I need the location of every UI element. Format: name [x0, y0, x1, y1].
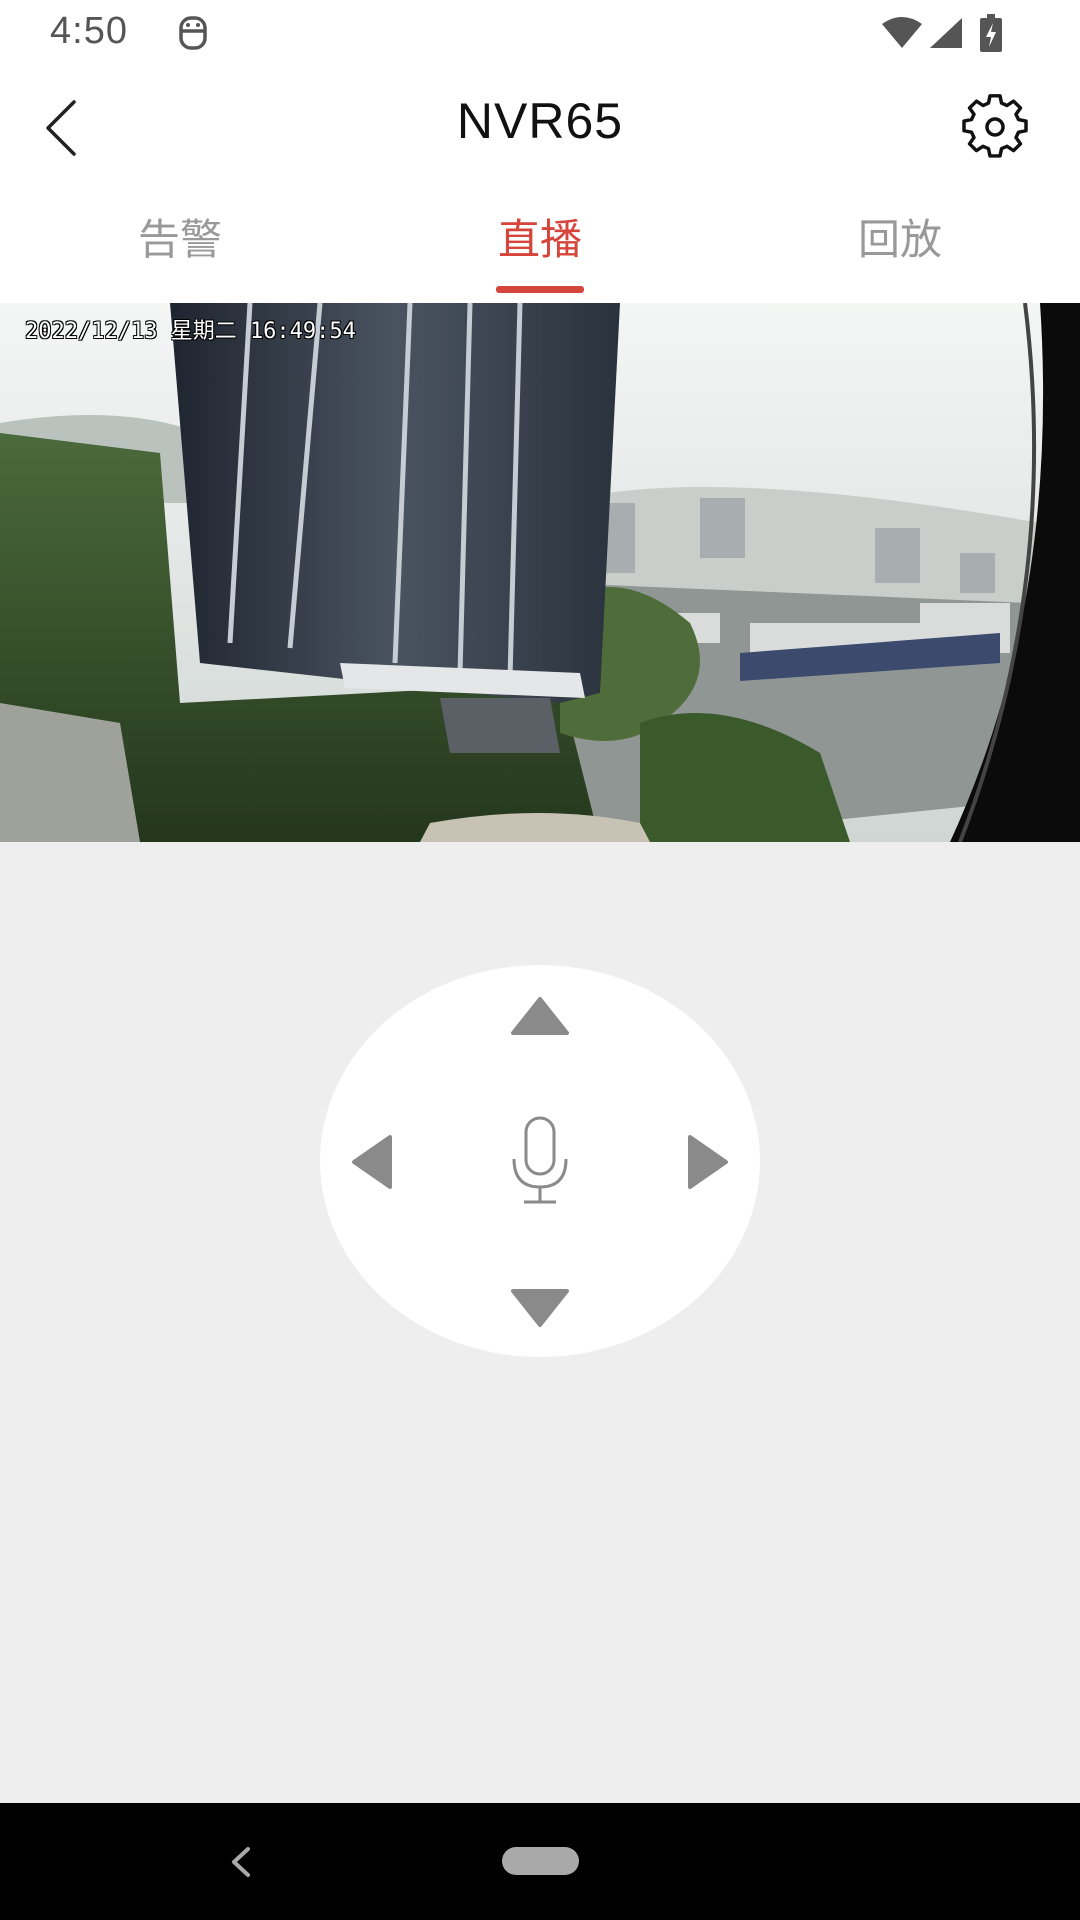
nav-back-icon — [232, 1847, 250, 1877]
tab-bar: 告警 直播 回放 — [0, 188, 1080, 303]
up-arrow-icon — [511, 997, 569, 1035]
tab-playback[interactable]: 回放 — [810, 206, 990, 266]
active-tab-indicator — [496, 286, 584, 293]
ptz-down-button[interactable] — [509, 1287, 571, 1329]
status-bar: 4:50 — [0, 0, 1080, 68]
nav-back-button[interactable] — [220, 1839, 260, 1885]
tab-alarm[interactable]: 告警 — [90, 206, 270, 266]
app-bar: NVR65 — [0, 68, 1080, 188]
system-nav-bar — [0, 1803, 1080, 1920]
tab-live[interactable]: 直播 — [450, 206, 630, 266]
left-arrow-icon — [352, 1135, 392, 1189]
battery-charging-icon — [980, 14, 1002, 52]
notification-face-icon — [179, 16, 207, 50]
ptz-right-button[interactable] — [686, 1133, 730, 1191]
nav-home-pill[interactable] — [502, 1847, 579, 1875]
settings-button[interactable] — [962, 94, 1028, 160]
talk-button[interactable] — [506, 1115, 574, 1207]
camera-feed-image — [0, 303, 1080, 842]
ptz-control-pad — [320, 965, 760, 1357]
page-title: NVR65 — [456, 93, 624, 149]
down-arrow-icon — [511, 1289, 569, 1327]
wifi-icon — [882, 17, 922, 48]
status-time: 4:50 — [50, 10, 128, 52]
ptz-up-button[interactable] — [509, 995, 571, 1037]
right-arrow-icon — [688, 1135, 728, 1189]
gear-icon — [962, 94, 1028, 158]
video-timestamp: 2022/12/13 星期二 16:49:54 — [25, 319, 356, 344]
live-video-view[interactable]: 2022/12/13 星期二 16:49:54 — [0, 303, 1080, 842]
ptz-left-button[interactable] — [350, 1133, 394, 1191]
signal-icon — [930, 18, 962, 48]
microphone-icon — [512, 1116, 568, 1204]
